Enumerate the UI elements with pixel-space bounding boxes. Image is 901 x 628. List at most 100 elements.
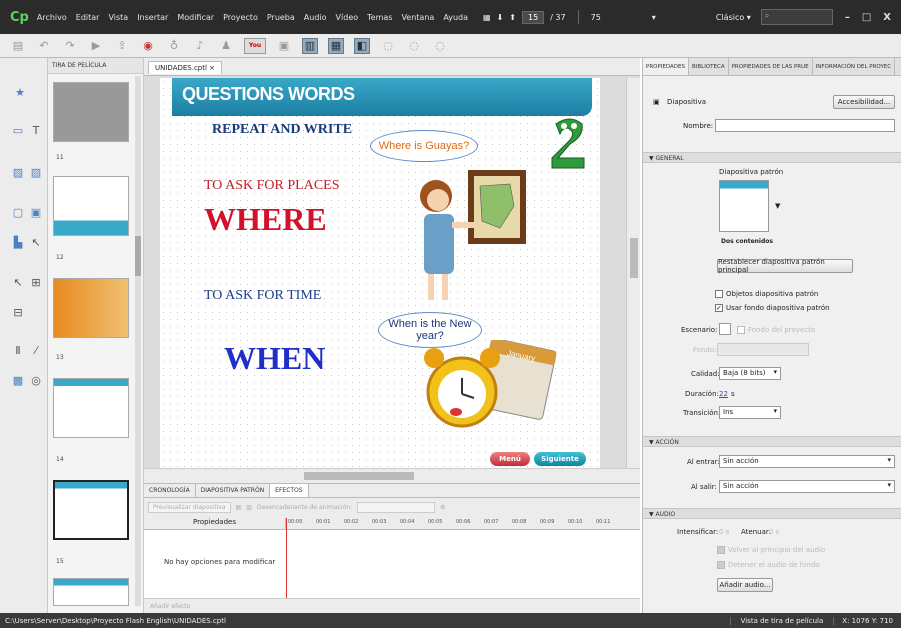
- resize-icon[interactable]: ◌: [432, 38, 448, 54]
- stage-horizontal-scrollbar[interactable]: [144, 468, 640, 483]
- quality-select[interactable]: Baja (8 bits): [719, 367, 781, 380]
- highlight-icon[interactable]: ▙: [10, 236, 26, 250]
- slideshow-icon[interactable]: ▨: [28, 166, 44, 180]
- project-bg-checkbox[interactable]: Fondo del proyecto: [737, 326, 815, 334]
- mascot-image[interactable]: [548, 114, 592, 174]
- master-objects-checkbox[interactable]: Objetos diapositiva patrón: [715, 290, 818, 298]
- animation-icon[interactable]: ▩: [10, 374, 26, 388]
- load-effect-icon[interactable]: ▥: [246, 504, 252, 511]
- scrollbar-thumb[interactable]: [304, 472, 414, 480]
- youtube-icon[interactable]: You: [244, 37, 266, 54]
- minimize-button[interactable]: –: [845, 12, 850, 23]
- save-icon[interactable]: ▤: [10, 38, 26, 54]
- characters-icon[interactable]: ♟: [218, 38, 234, 54]
- places-caption[interactable]: TO ASK FOR PLACES: [204, 178, 340, 194]
- stop-bg-audio-checkbox[interactable]: Detener el audio de fondo: [717, 561, 820, 569]
- slide-thumbnail[interactable]: [53, 82, 129, 142]
- redo-icon[interactable]: ↷: [62, 38, 78, 54]
- distribute-icon[interactable]: ◌: [406, 38, 422, 54]
- save-effect-icon[interactable]: ▤: [236, 504, 242, 511]
- reset-master-button[interactable]: Restablecer diapositiva patrón principal: [717, 258, 853, 274]
- slide-canvas[interactable]: QUESTIONS WORDS REPEAT AND WRITE TO ASK …: [160, 78, 600, 468]
- arrow-up-icon[interactable]: ⬆: [509, 13, 516, 22]
- filmstrip-view-icon[interactable]: ▥: [302, 37, 318, 54]
- time-ruler[interactable]: 00:00 00:01 00:02 00:03 00:04 00:05 00:0…: [286, 518, 640, 529]
- section-general[interactable]: ▼ GENERAL: [643, 152, 901, 163]
- arrow-down-icon[interactable]: ⬇: [497, 13, 504, 22]
- section-audio[interactable]: ▼ AUDIO: [643, 508, 901, 519]
- menu-slide-button[interactable]: Menú: [490, 452, 530, 466]
- menu-insertar[interactable]: Insertar: [137, 13, 168, 22]
- document-tab[interactable]: UNIDADES.cptl ×: [148, 61, 223, 74]
- background-field[interactable]: [717, 343, 809, 356]
- menu-prueba[interactable]: Prueba: [267, 13, 295, 22]
- menu-audio[interactable]: Audio: [304, 13, 327, 22]
- tab-project-info[interactable]: INFORMACIÓN DEL PROYEC: [813, 58, 896, 75]
- caption-icon[interactable]: ▭: [10, 124, 26, 138]
- scrollbar-thumb[interactable]: [630, 238, 638, 278]
- master-dropdown-icon[interactable]: ▼: [775, 202, 780, 210]
- zoom-value[interactable]: 75: [591, 13, 601, 22]
- microphone-icon[interactable]: ♁: [166, 38, 182, 54]
- tab-diapositiva-patron[interactable]: DIAPOSITIVA PATRÓN: [196, 484, 271, 497]
- slide-thumbnail[interactable]: [53, 278, 129, 338]
- add-audio-button[interactable]: Añadir audio...: [717, 578, 773, 592]
- slide-thumbnail[interactable]: [53, 176, 129, 236]
- tab-cronologia[interactable]: CRONOLOGÍA: [144, 484, 196, 497]
- menu-proyecto[interactable]: Proyecto: [223, 13, 258, 22]
- mouse-icon[interactable]: ↖: [28, 236, 44, 250]
- when-caption[interactable]: WHEN: [224, 340, 325, 377]
- filmstrip-icon[interactable]: ▦: [483, 13, 491, 22]
- where-caption[interactable]: WHERE: [204, 201, 327, 238]
- slide-thumbnail[interactable]: [53, 578, 129, 606]
- text-entry-icon[interactable]: ⊟: [10, 306, 26, 320]
- shape-icon[interactable]: ⁄: [28, 344, 44, 358]
- filmstrip-tab[interactable]: TIRA DE PELÍCULA: [48, 58, 143, 74]
- master-slide-thumbnail[interactable]: [719, 180, 769, 232]
- effects-list[interactable]: No hay opciones para modificar: [144, 530, 640, 598]
- menu-video[interactable]: Vídeo: [336, 13, 359, 22]
- help-search-input[interactable]: ⌕: [760, 9, 833, 25]
- transition-select[interactable]: Ins: [719, 406, 781, 419]
- record-icon[interactable]: ◉: [140, 38, 156, 54]
- on-enter-select[interactable]: Sin acción: [719, 455, 895, 468]
- current-slide-input[interactable]: 15: [522, 10, 545, 24]
- preview-icon[interactable]: ▶: [88, 38, 104, 54]
- accessibility-button[interactable]: Accesibilidad...: [833, 95, 895, 109]
- button-icon[interactable]: ▣: [28, 206, 44, 220]
- workspace-selector[interactable]: Clásico ▾: [716, 13, 751, 22]
- girl-and-map-image[interactable]: [410, 166, 540, 306]
- tab-propiedades[interactable]: PROPIEDADES: [643, 58, 689, 75]
- tab-biblioteca[interactable]: BIBLIOTECA: [689, 58, 729, 75]
- name-input[interactable]: [715, 119, 895, 132]
- time-caption[interactable]: TO ASK FOR TIME: [204, 288, 321, 304]
- menu-temas[interactable]: Temas: [367, 13, 392, 22]
- menu-archivo[interactable]: Archivo: [37, 13, 67, 22]
- stage-vertical-scrollbar[interactable]: [626, 78, 640, 468]
- star-icon[interactable]: ★: [12, 86, 28, 100]
- playhead[interactable]: [286, 518, 287, 598]
- align-icon[interactable]: ◌: [380, 38, 396, 54]
- loop-audio-checkbox[interactable]: Volver al principio del audio: [717, 546, 825, 554]
- duration-value[interactable]: 22: [719, 390, 728, 398]
- branching-view-icon[interactable]: ◧: [354, 37, 370, 54]
- zoom-dropdown-icon[interactable]: ▾: [652, 13, 656, 22]
- menu-ayuda[interactable]: Ayuda: [443, 13, 468, 22]
- menu-vista[interactable]: Vista: [108, 13, 128, 22]
- filmstrip-scrollbar[interactable]: [135, 76, 141, 606]
- on-exit-select[interactable]: Sin acción: [719, 480, 895, 493]
- fade-out-value[interactable]: 0 s: [769, 528, 779, 536]
- animation-trigger-select[interactable]: [357, 501, 436, 513]
- preview-slide-button[interactable]: Previsualizar diapositiva: [148, 501, 231, 513]
- master-background-checkbox[interactable]: ✓ Usar fondo diapositiva patrón: [715, 304, 830, 312]
- widget-icon[interactable]: ◎: [28, 374, 44, 388]
- menu-ventana[interactable]: Ventana: [401, 13, 434, 22]
- fade-in-value[interactable]: 0 s: [719, 528, 729, 536]
- menu-editar[interactable]: Editar: [76, 13, 100, 22]
- stage-color-swatch[interactable]: [719, 323, 731, 335]
- trigger-settings-icon[interactable]: ⚙: [440, 504, 445, 511]
- rectangle-icon[interactable]: ▢: [10, 206, 26, 220]
- text-icon[interactable]: T: [28, 124, 44, 138]
- menu-modificar[interactable]: Modificar: [177, 13, 214, 22]
- repeat-caption[interactable]: REPEAT AND WRITE: [212, 122, 352, 138]
